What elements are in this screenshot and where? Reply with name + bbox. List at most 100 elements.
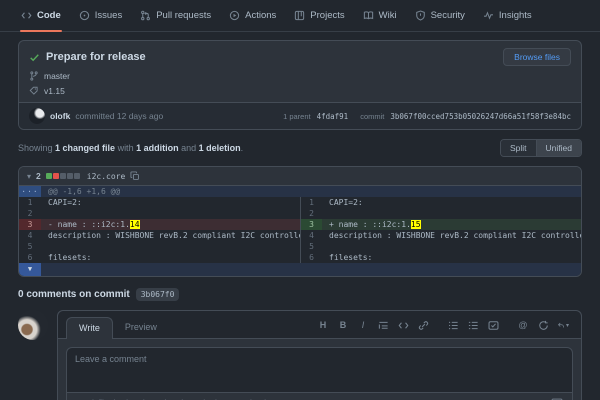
mention-button[interactable]: @ xyxy=(517,319,529,331)
nav-tab-security[interactable]: Security xyxy=(406,0,474,31)
reply-icon xyxy=(557,320,565,331)
nav-tab-pull-requests[interactable]: Pull requests xyxy=(131,0,220,31)
line-number-left[interactable]: 1 xyxy=(19,197,41,208)
commit-meta-bar: olofk committed 12 days ago 1 parent 4fd… xyxy=(19,102,581,129)
shield-icon xyxy=(415,10,426,21)
author-login[interactable]: olofk xyxy=(50,111,70,121)
unordered-list-button[interactable] xyxy=(447,319,459,331)
git-pull-request-icon xyxy=(140,10,151,21)
author-avatar[interactable] xyxy=(29,108,45,124)
diff-view-toggle: Split Unified xyxy=(500,139,582,157)
book-icon xyxy=(363,10,374,21)
code-button[interactable] xyxy=(397,319,409,331)
link-button[interactable] xyxy=(417,319,429,331)
hunk-header-text: @@ -1,6 +1,6 @@ xyxy=(41,186,581,197)
diff-line-changed: 3 - name : ::i2c:1.14 3 + name : ::i2c:1… xyxy=(19,219,581,230)
code-left: description : WISHBONE revB.2 compliant … xyxy=(41,230,300,241)
tab-write[interactable]: Write xyxy=(66,317,113,339)
line-number-left[interactable]: 2 xyxy=(19,208,41,219)
nav-tab-actions[interactable]: Actions xyxy=(220,0,285,31)
tag-name[interactable]: v1.15 xyxy=(44,86,65,96)
ordered-list-icon xyxy=(468,320,479,331)
browse-files-button[interactable]: Browse files xyxy=(503,48,571,66)
line-number-right[interactable]: 5 xyxy=(300,241,322,252)
file-header: ▾ 2 i2c.core xyxy=(19,167,581,186)
italic-icon: I xyxy=(362,320,365,330)
task-list-button[interactable] xyxy=(487,319,499,331)
line-number-right[interactable]: 4 xyxy=(300,230,322,241)
nav-tab-label: Insights xyxy=(499,10,532,21)
commit-sha: 3b067f00cced753b05026247d66a51f58f3e84bc xyxy=(390,112,571,121)
quote-icon xyxy=(378,320,389,331)
additions-count: 1 addition xyxy=(136,143,179,153)
nav-tab-code[interactable]: Code xyxy=(12,0,70,31)
commit-label: commit xyxy=(360,112,384,121)
code-right: description : WISHBONE revB.2 compliant … xyxy=(322,230,581,241)
parent-sha[interactable]: 4fdaf91 xyxy=(317,112,349,121)
copy-icon[interactable] xyxy=(130,171,140,181)
italic-button[interactable]: I xyxy=(357,319,369,331)
nav-tab-insights[interactable]: Insights xyxy=(474,0,541,31)
cross-reference-button[interactable] xyxy=(537,319,549,331)
commit-title: Prepare for release xyxy=(46,51,497,63)
nav-tab-label: Pull requests xyxy=(156,10,211,21)
check-icon xyxy=(29,52,40,63)
user-avatar[interactable] xyxy=(18,310,48,340)
markdown-toolbar: H B I @ ▾ xyxy=(317,319,573,338)
heading-button[interactable]: H xyxy=(317,319,329,331)
expand-down-button[interactable]: ▼ xyxy=(19,263,41,276)
nav-tab-wiki[interactable]: Wiki xyxy=(354,0,406,31)
saved-replies-button[interactable]: ▾ xyxy=(557,319,569,331)
added-word-highlight: 15 xyxy=(411,220,421,229)
code-left: CAPI=2: xyxy=(41,197,300,208)
code-right xyxy=(322,241,581,252)
changed-files-count: 1 changed file xyxy=(55,143,115,153)
nav-tab-label: Security xyxy=(431,10,465,21)
line-number-added[interactable]: 3 xyxy=(300,219,322,230)
nav-tab-label: Code xyxy=(37,10,61,21)
expand-hunk-button[interactable]: ··· xyxy=(19,186,41,197)
line-number-right[interactable]: 2 xyxy=(300,208,322,219)
deleted-text: - name : ::i2c:1. xyxy=(48,220,130,229)
nav-tab-projects[interactable]: Projects xyxy=(285,0,353,31)
line-number-left[interactable]: 5 xyxy=(19,241,41,252)
deleted-word-highlight: 14 xyxy=(130,220,140,229)
editor-tabs: Write Preview H B I @ ▾ xyxy=(58,311,581,339)
line-number-left[interactable]: 6 xyxy=(19,252,41,263)
project-table-icon xyxy=(294,10,305,21)
nav-tab-issues[interactable]: Issues xyxy=(70,0,131,31)
line-number-right[interactable]: 6 xyxy=(300,252,322,263)
hunk-header-row: ··· @@ -1,6 +1,6 @@ xyxy=(19,186,581,197)
tag-icon xyxy=(29,86,39,96)
summary-text: with xyxy=(115,143,136,153)
chevron-down-icon[interactable]: ▾ xyxy=(27,172,31,181)
nav-tab-label: Actions xyxy=(245,10,276,21)
unified-view-button[interactable]: Unified xyxy=(536,140,581,156)
diff-line-context: 4 description : WISHBONE revB.2 complian… xyxy=(19,230,581,241)
line-number-right[interactable]: 1 xyxy=(300,197,322,208)
comment-input[interactable] xyxy=(66,347,573,393)
comments-heading: 0 comments on commit 3b067f0 xyxy=(18,288,582,301)
commit-short-sha-badge[interactable]: 3b067f0 xyxy=(136,288,180,301)
parent-label: 1 parent xyxy=(283,112,311,121)
ordered-list-button[interactable] xyxy=(467,319,479,331)
line-number-deleted[interactable]: 3 xyxy=(19,219,41,230)
summary-text: Showing xyxy=(18,143,55,153)
nav-tab-label: Projects xyxy=(310,10,344,21)
diff-line-context: 2 2 xyxy=(19,208,581,219)
expand-down-row: ▼ xyxy=(19,263,581,276)
code-deleted: - name : ::i2c:1.14 xyxy=(41,219,300,230)
git-branch-icon xyxy=(29,71,39,81)
bold-button[interactable]: B xyxy=(337,319,349,331)
quote-button[interactable] xyxy=(377,319,389,331)
attach-files-area[interactable]: Attach files by dragging & dropping, sel… xyxy=(66,392,573,400)
code-left xyxy=(41,208,300,219)
file-name-link[interactable]: i2c.core xyxy=(87,172,126,181)
issue-opened-icon xyxy=(79,10,90,21)
code-added: + name : ::i2c:1.15 xyxy=(322,219,581,230)
split-view-button[interactable]: Split xyxy=(501,140,536,156)
summary-text: and xyxy=(179,143,199,153)
branch-name[interactable]: master xyxy=(44,71,70,81)
line-number-left[interactable]: 4 xyxy=(19,230,41,241)
tab-preview[interactable]: Preview xyxy=(113,317,169,338)
